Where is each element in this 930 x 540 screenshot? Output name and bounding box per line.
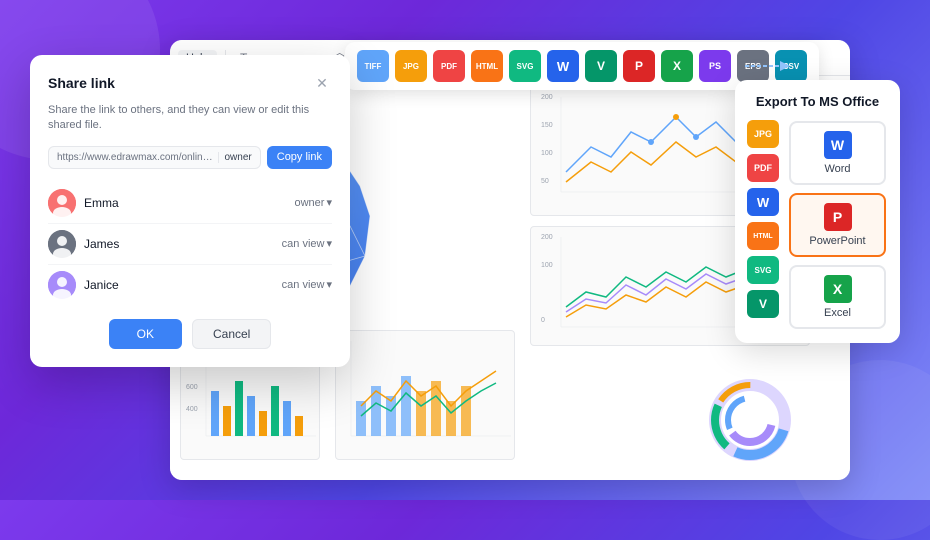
svg-text:600: 600 [186,384,198,391]
permission-james[interactable]: can view ▾ [282,237,332,250]
svg-text:100: 100 [541,150,553,157]
export-html-icon[interactable]: HTML [747,222,779,250]
excel-icon[interactable]: X [661,50,693,82]
user-row-james: James can view ▾ [48,224,332,265]
svg-text:50: 50 [541,178,549,185]
user-row-janice: Janice can view ▾ [48,265,332,305]
export-ppt-item[interactable]: P PowerPoint [789,193,886,257]
user-row-emma: Emma owner ▾ [48,183,332,224]
ppt-icon[interactable]: P [623,50,655,82]
link-input-container: https://www.edrawmax.com/online/fil owne… [48,146,261,169]
chart-mixed [335,330,515,460]
export-visio-icon[interactable]: V [747,290,779,318]
word-export-icon: W [824,131,852,159]
excel-export-icon: X [824,275,852,303]
export-items: W Word P PowerPoint X Excel [789,121,886,329]
jpg-icon[interactable]: JPG [395,50,427,82]
donut-chart [700,370,800,470]
export-pdf-icon[interactable]: PDF [747,154,779,182]
visio-icon[interactable]: V [585,50,617,82]
html-icon[interactable]: HTML [471,50,503,82]
avatar-emma [48,189,76,217]
export-word-item[interactable]: W Word [789,121,886,185]
permission-janice[interactable]: can view ▾ [282,278,332,291]
username-emma: Emma [84,196,119,210]
close-button[interactable]: ✕ [312,73,332,93]
cancel-button[interactable]: Cancel [192,319,271,349]
username-janice: Janice [84,278,119,292]
user-info-janice: Janice [48,271,119,299]
username-james: James [84,237,119,251]
export-panel: Export To MS Office JPG PDF W HTML SVG V… [735,80,900,343]
ok-button[interactable]: OK [109,319,182,349]
avatar-james [48,230,76,258]
svg-text:100: 100 [541,262,553,269]
export-side-icons: JPG PDF W HTML SVG V [747,120,779,318]
tiff-icon[interactable]: TIFF [357,50,389,82]
svg-text:200: 200 [541,234,553,241]
export-word-side-icon[interactable]: W [747,188,779,216]
word-icon[interactable]: W [547,50,579,82]
svg-text:200: 200 [541,94,553,101]
export-title: Export To MS Office [749,94,886,109]
copy-link-button[interactable]: Copy link [267,146,332,169]
svg-icon[interactable]: SVG [509,50,541,82]
export-svg-icon[interactable]: SVG [747,256,779,284]
share-dialog: Share link ✕ Share the link to others, a… [30,55,350,367]
user-info-james: James [48,230,119,258]
dialog-description: Share the link to others, and they can v… [48,103,332,134]
arrow-indicator [740,56,790,81]
word-label: Word [824,163,850,175]
link-permission[interactable]: owner [218,152,252,163]
export-excel-item[interactable]: X Excel [789,265,886,329]
ppt-export-icon: P [824,203,852,231]
dialog-actions: OK Cancel [48,319,332,349]
dialog-title: Share link [48,75,115,91]
svg-text:0: 0 [541,317,545,324]
link-url: https://www.edrawmax.com/online/fil [57,152,218,163]
svg-text:150: 150 [541,122,553,129]
excel-label: Excel [824,307,851,319]
ppt-label: PowerPoint [809,235,865,247]
dialog-header: Share link ✕ [48,73,332,93]
users-list: Emma owner ▾ James can view ▾ Jani [48,183,332,305]
export-jpg-icon[interactable]: JPG [747,120,779,148]
user-info-emma: Emma [48,189,119,217]
ps-icon[interactable]: PS [699,50,731,82]
link-row: https://www.edrawmax.com/online/fil owne… [48,146,332,169]
pdf-icon[interactable]: PDF [433,50,465,82]
svg-text:400: 400 [186,406,198,413]
permission-emma[interactable]: owner ▾ [295,196,333,209]
avatar-janice [48,271,76,299]
